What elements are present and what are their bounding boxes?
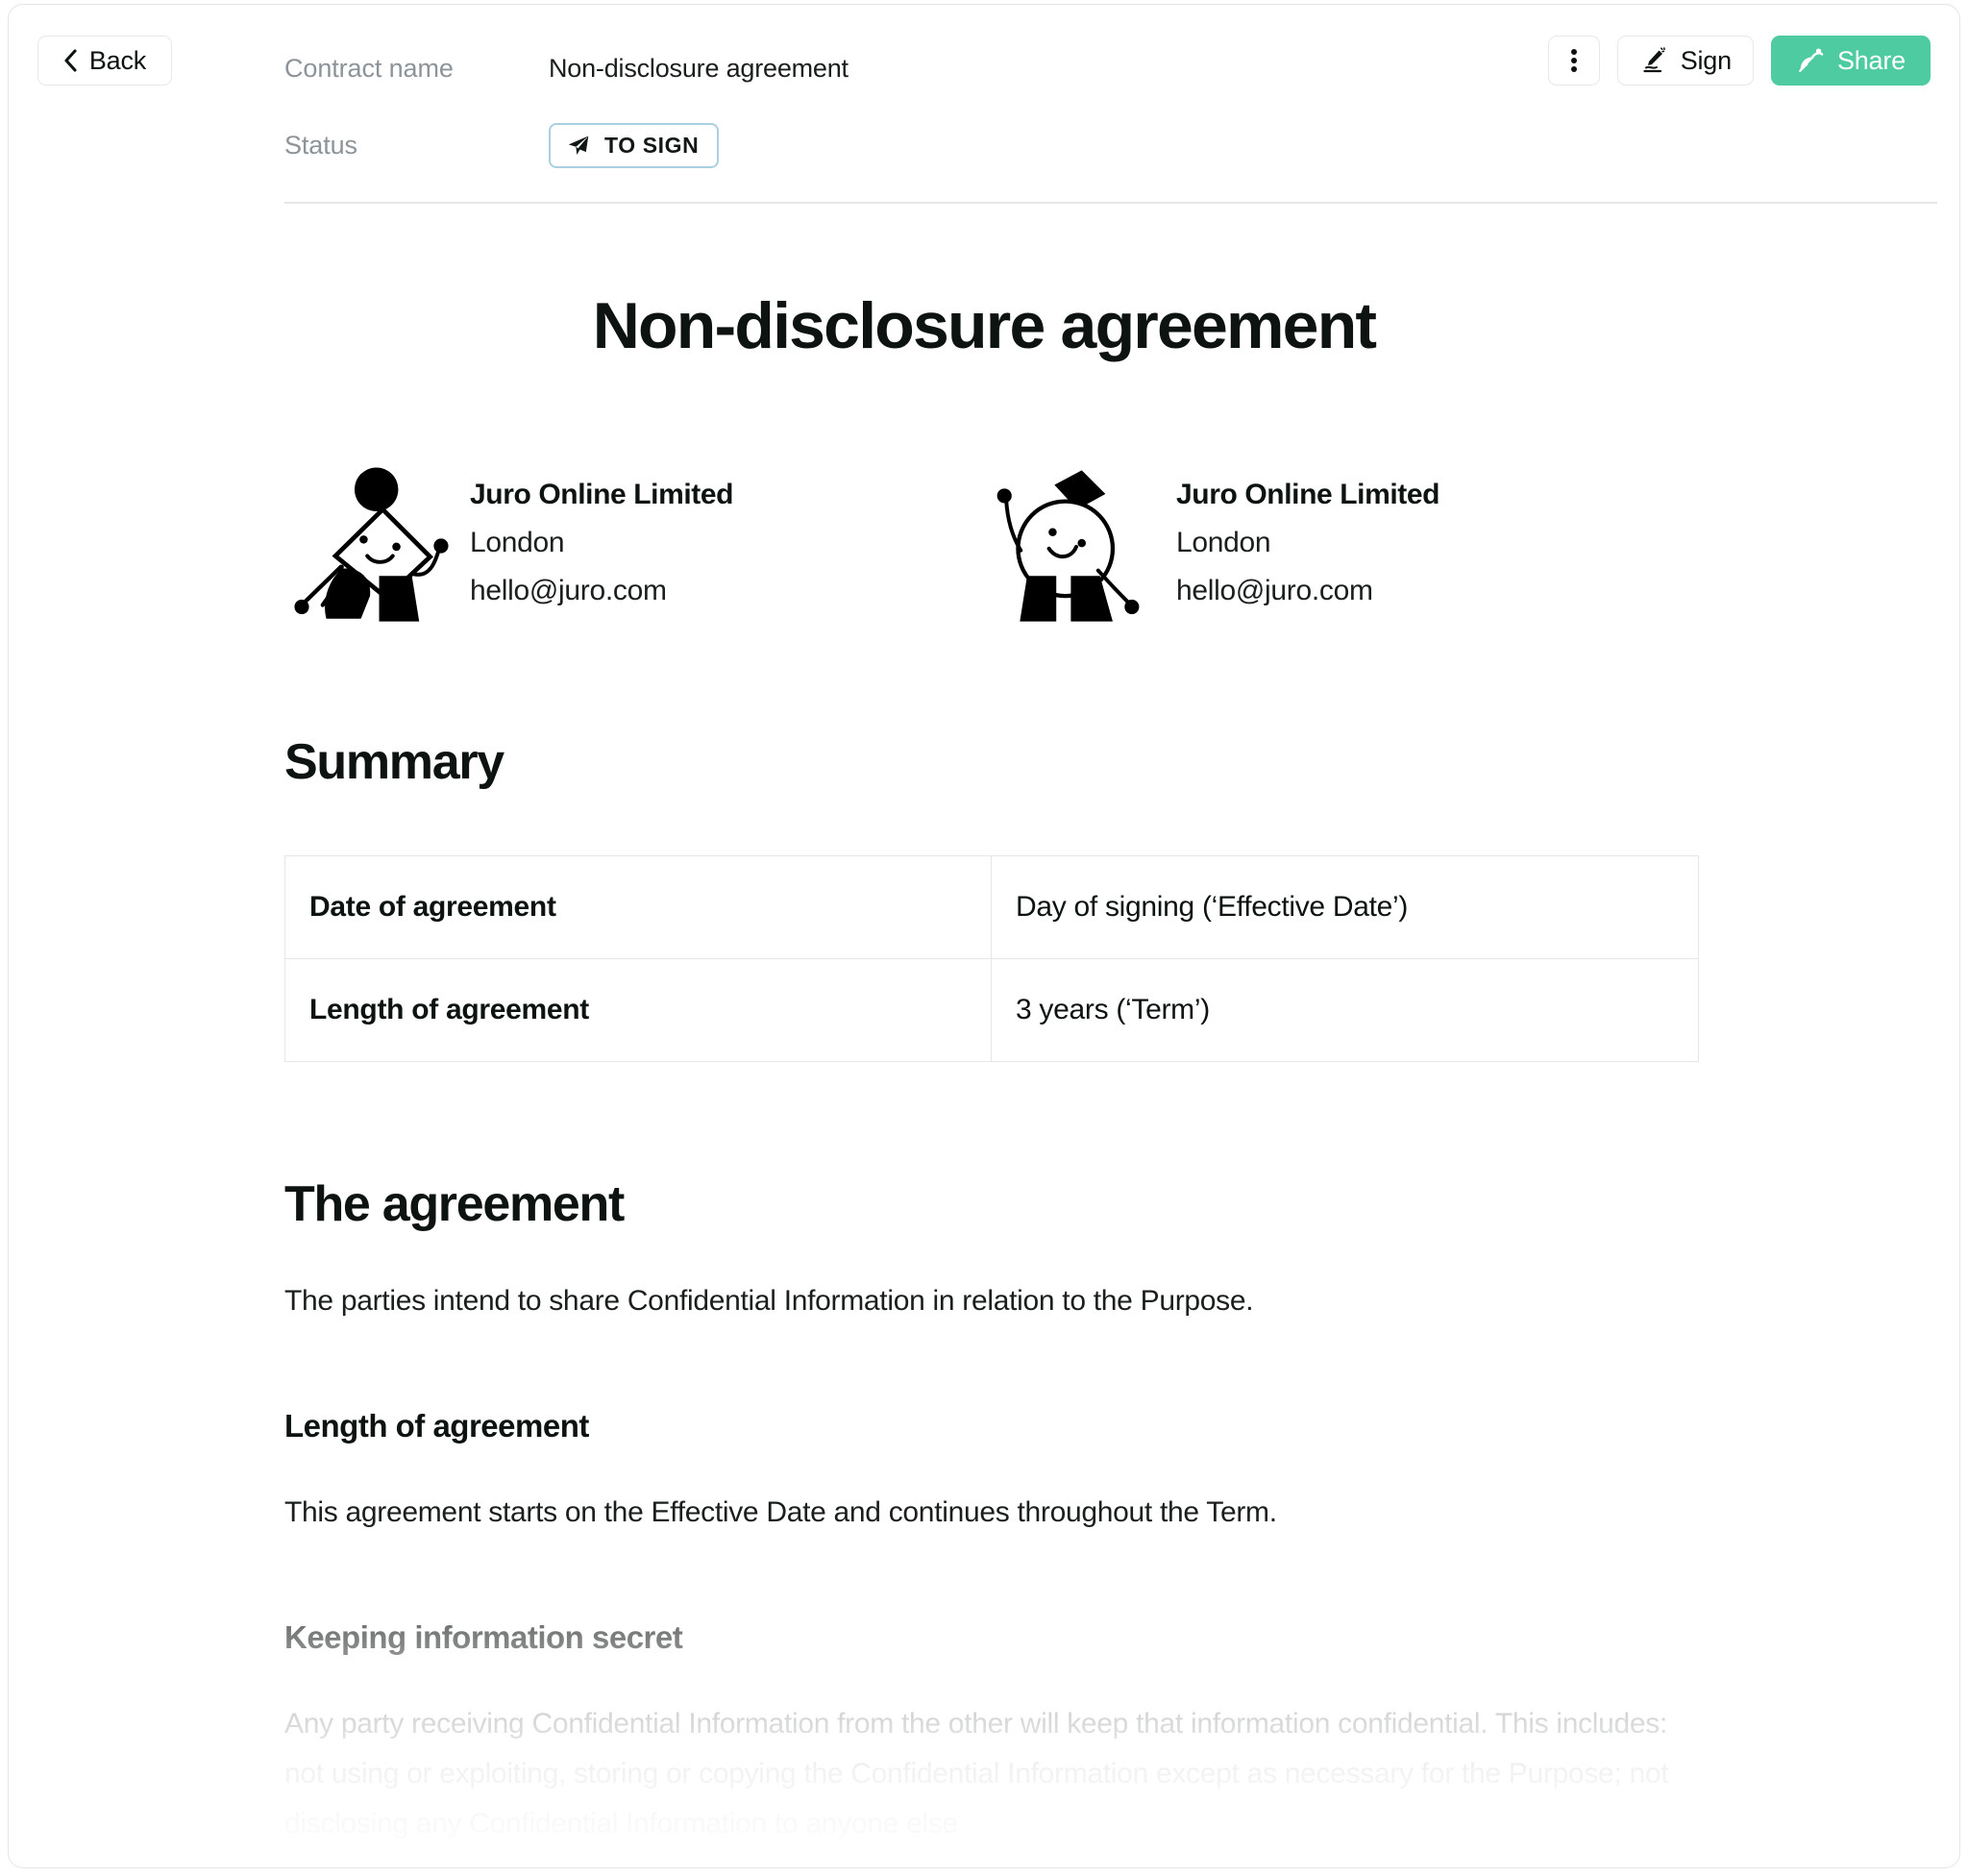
party-block: Juro Online Limited London hello@juro.co…	[991, 459, 1697, 632]
chevron-left-icon	[64, 49, 77, 72]
status-row: Status TO SIGN	[284, 122, 849, 168]
document-header: Back Contract name Non-disclosure agreem…	[9, 5, 1959, 204]
summary-value: 3 years (‘Term’)	[991, 958, 1699, 1062]
party-avatar	[991, 459, 1164, 632]
party-details: Juro Online Limited London hello@juro.co…	[1176, 459, 1439, 607]
party-avatar	[284, 459, 457, 632]
summary-heading: Summary	[284, 734, 504, 790]
contract-name-label: Contract name	[284, 53, 454, 83]
party-details: Juro Online Limited London hello@juro.co…	[470, 459, 733, 607]
agreement-intro: The parties intend to share Confidential…	[284, 1285, 1254, 1317]
share-button[interactable]: Share	[1770, 36, 1931, 86]
section-heading-length-of-agreement: Length of agreement	[284, 1408, 589, 1444]
party-name: Juro Online Limited	[470, 479, 734, 510]
party-email: hello@juro.com	[470, 575, 667, 606]
status-label: Status	[284, 130, 357, 160]
section-body-length-of-agreement: This agreement starts on the Effective D…	[284, 1496, 1277, 1528]
summary-key: Date of agreement	[284, 855, 992, 959]
document-body[interactable]: Non-disclosure agreement Juro Online Lim…	[9, 204, 1959, 1867]
summary-table: Date of agreement Day of signing (‘Effec…	[284, 855, 1699, 1062]
contract-name-value[interactable]: Non-disclosure agreement	[549, 54, 849, 84]
square-head-character-icon	[294, 467, 449, 622]
sign-label: Sign	[1680, 45, 1732, 75]
back-label: Back	[88, 45, 147, 75]
back-button[interactable]: Back	[37, 36, 172, 86]
summary-key: Length of agreement	[284, 958, 992, 1062]
round-head-graduate-character-icon	[996, 470, 1140, 622]
more-options-button[interactable]	[1547, 36, 1600, 86]
header-actions: Sign Share	[1547, 36, 1931, 86]
party-name: Juro Online Limited	[1176, 479, 1440, 510]
contract-meta: Contract name Non-disclosure agreement S…	[284, 47, 849, 168]
summary-value: Day of signing (‘Effective Date’)	[991, 855, 1699, 959]
satellite-dish-icon	[1799, 48, 1824, 72]
status-badge-text: TO SIGN	[604, 132, 700, 158]
kebab-menu-icon	[1570, 46, 1577, 75]
party-city: London	[470, 527, 565, 558]
share-label: Share	[1836, 45, 1906, 75]
party-email: hello@juro.com	[1176, 575, 1373, 606]
contract-name-row: Contract name Non-disclosure agreement	[284, 47, 849, 89]
contract-viewer-card: Back Contract name Non-disclosure agreem…	[8, 4, 1960, 1868]
paper-plane-icon	[568, 136, 589, 155]
section-body-keeping-information-secret: Any party receiving Confidential Informa…	[284, 1708, 1669, 1839]
party-city: London	[1176, 527, 1271, 558]
agreement-heading: The agreement	[284, 1176, 625, 1232]
table-row: Date of agreement Day of signing (‘Effec…	[284, 855, 1699, 959]
document-title: Non-disclosure agreement	[592, 289, 1377, 362]
section-heading-keeping-information-secret: Keeping information secret	[284, 1619, 683, 1655]
table-row: Length of agreement 3 years (‘Term’)	[284, 958, 1699, 1062]
signature-pen-icon	[1643, 47, 1665, 73]
party-block: Juro Online Limited London hello@juro.co…	[284, 459, 991, 632]
sign-button[interactable]: Sign	[1616, 36, 1754, 86]
parties-row: Juro Online Limited London hello@juro.co…	[9, 459, 1959, 632]
status-badge[interactable]: TO SIGN	[549, 122, 720, 168]
